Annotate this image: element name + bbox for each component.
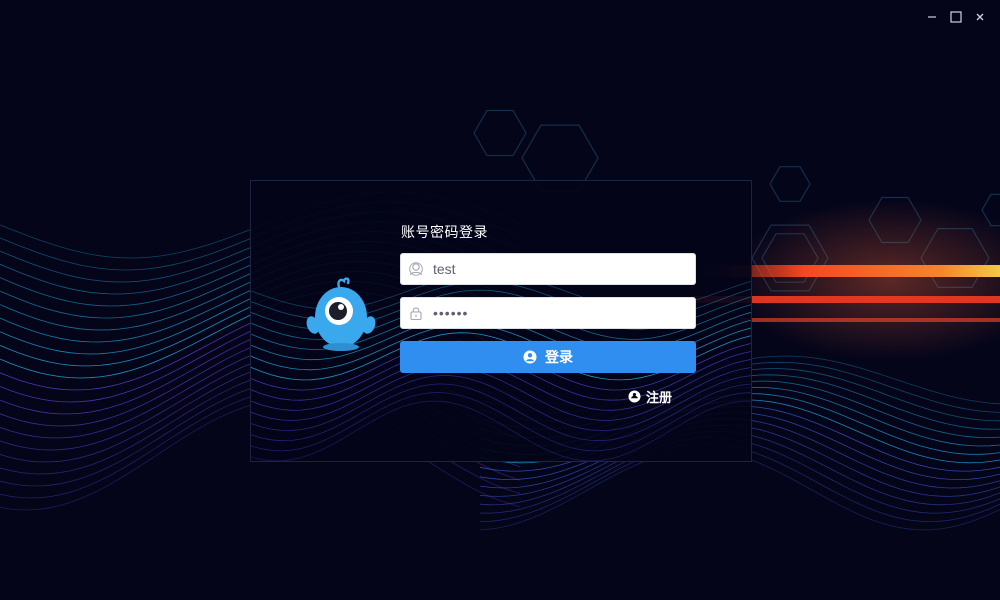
lock-icon xyxy=(410,307,422,320)
login-title: 账号密码登录 xyxy=(401,225,488,241)
register-link[interactable]: 注册 xyxy=(628,387,672,406)
username-input[interactable] xyxy=(433,254,683,284)
close-icon xyxy=(976,13,984,21)
close-button[interactable] xyxy=(968,6,992,28)
window-controls xyxy=(920,6,992,28)
wave-line xyxy=(251,392,751,452)
wave-line xyxy=(251,383,751,442)
password-input[interactable] xyxy=(433,298,683,328)
user-circle-icon xyxy=(523,350,537,364)
register-icon xyxy=(628,390,641,403)
login-button-label: 登录 xyxy=(545,350,573,366)
minimize-icon xyxy=(928,16,936,18)
login-button[interactable]: 登录 xyxy=(400,341,696,373)
register-link-label: 注册 xyxy=(646,391,673,406)
password-field[interactable] xyxy=(400,297,696,329)
maximize-button[interactable] xyxy=(944,6,968,28)
wave-line xyxy=(251,375,751,432)
minimize-button[interactable] xyxy=(920,6,944,28)
username-field[interactable] xyxy=(400,253,696,285)
user-icon xyxy=(409,262,423,276)
maximize-icon xyxy=(950,11,962,23)
mascot-logo xyxy=(306,277,376,351)
login-panel: 账号密码登录 登录 注册 xyxy=(250,180,752,462)
